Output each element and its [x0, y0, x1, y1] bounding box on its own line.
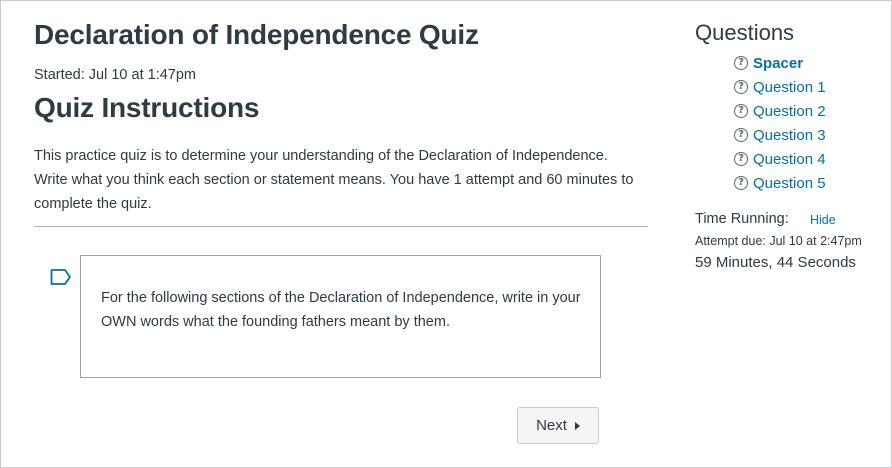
- question-circle-icon: ?: [734, 56, 748, 70]
- question-card: For the following sections of the Declar…: [80, 255, 601, 378]
- question-link-spacer[interactable]: Spacer: [753, 55, 803, 72]
- next-button[interactable]: Next: [517, 407, 599, 444]
- question-list-item[interactable]: ? Question 3: [734, 123, 826, 147]
- quiz-title: Declaration of Independence Quiz: [34, 19, 479, 50]
- next-button-label: Next: [536, 417, 567, 434]
- caret-right-icon: [574, 421, 580, 430]
- sidebar-title: Questions: [695, 20, 795, 45]
- question-circle-icon: ?: [734, 128, 748, 142]
- instructions-text: This practice quiz is to determine your …: [34, 148, 634, 212]
- question-circle-icon: ?: [734, 152, 748, 166]
- question-text: For the following sections of the Declar…: [101, 290, 581, 330]
- question-link-2[interactable]: Question 2: [753, 103, 826, 120]
- question-circle-icon: ?: [734, 80, 748, 94]
- question-circle-icon: ?: [734, 104, 748, 118]
- flag-outline-icon[interactable]: [50, 268, 72, 286]
- question-list-item[interactable]: ? Question 2: [734, 99, 826, 123]
- question-list-item[interactable]: ? Question 1: [734, 75, 826, 99]
- divider: [34, 226, 648, 227]
- attempt-due-text: Attempt due: Jul 10 at 2:47pm: [695, 234, 862, 248]
- time-remaining: 59 Minutes, 44 Seconds: [695, 254, 856, 271]
- question-link-3[interactable]: Question 3: [753, 127, 826, 144]
- question-list: ? Spacer ? Question 1 ? Question 2 ? Que…: [734, 51, 826, 195]
- started-timestamp: Started: Jul 10 at 1:47pm: [34, 67, 197, 83]
- quiz-page: Declaration of Independence Quiz Started…: [0, 0, 892, 468]
- question-link-5[interactable]: Question 5: [753, 175, 826, 192]
- question-link-4[interactable]: Question 4: [753, 151, 826, 168]
- time-running-label: Time Running:: [695, 211, 789, 227]
- question-list-item[interactable]: ? Question 4: [734, 147, 826, 171]
- question-link-1[interactable]: Question 1: [753, 79, 826, 96]
- hide-timer-link[interactable]: Hide: [810, 213, 836, 227]
- question-list-item[interactable]: ? Question 5: [734, 171, 826, 195]
- question-circle-icon: ?: [734, 176, 748, 190]
- instructions-heading: Quiz Instructions: [34, 92, 260, 123]
- question-list-item[interactable]: ? Spacer: [734, 51, 826, 75]
